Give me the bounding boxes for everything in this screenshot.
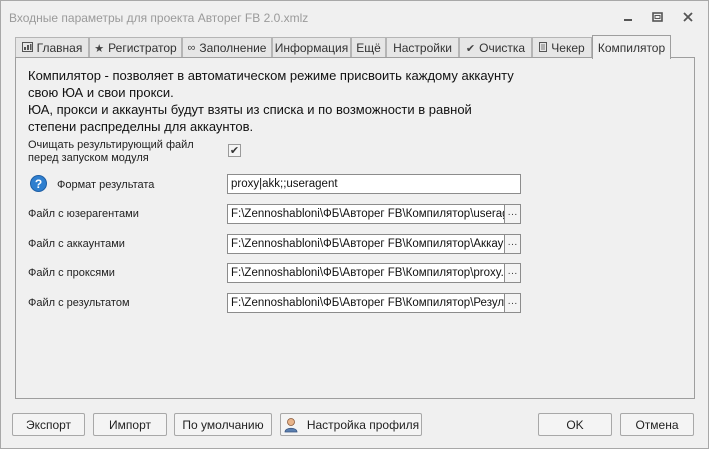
- result-browse-button[interactable]: ···: [504, 293, 521, 313]
- tab-label: Регистратор: [108, 41, 177, 55]
- tab-label: Чекер: [551, 41, 585, 55]
- tab-label: Настройки: [393, 41, 452, 55]
- user-profile-icon: [283, 417, 299, 433]
- proxies-label: Файл с проксями: [28, 267, 115, 279]
- tab-label: Главная: [36, 41, 83, 55]
- tab-label: Компилятор: [597, 40, 666, 55]
- format-input[interactable]: proxy|akk;;useragent: [227, 174, 521, 194]
- dialog-window: Входные параметры для проекта Авторег FB…: [0, 0, 709, 449]
- useragents-path-input[interactable]: F:\Zennoshabloni\ФБ\Авторег FB\Компилято…: [227, 204, 505, 224]
- compiler-description: Компилятор - позволяет в автоматическом …: [28, 67, 528, 135]
- check-icon: ✔: [465, 42, 476, 55]
- minimize-button[interactable]: [617, 9, 639, 25]
- tab-label: Очистка: [479, 41, 526, 55]
- window-title: Входные параметры для проекта Авторег FB…: [9, 11, 309, 25]
- tab-label: Информация: [274, 41, 349, 55]
- close-icon: [683, 12, 693, 22]
- tab-cleanup[interactable]: ✔ Очистка: [459, 37, 532, 58]
- tab-main[interactable]: Главная: [15, 37, 89, 58]
- tab-registrator[interactable]: ★ Регистратор: [89, 37, 182, 58]
- useragents-label: Файл с юзерагентами: [28, 208, 139, 220]
- default-button[interactable]: По умолчанию: [174, 413, 272, 436]
- description-line: степени распределны для аккаунтов.: [28, 119, 254, 134]
- tab-more[interactable]: Ещё: [351, 37, 386, 58]
- maximize-button[interactable]: [646, 9, 668, 25]
- proxies-path-input[interactable]: F:\Zennoshabloni\ФБ\Авторег FB\Компилято…: [227, 263, 505, 283]
- clear-result-label-line2: перед запуском модуля: [28, 152, 149, 164]
- cancel-button[interactable]: Отмена: [620, 413, 694, 436]
- description-line: ЮА, прокси и аккаунты будут взяты из спи…: [28, 102, 472, 117]
- checkmark-icon: ✔: [229, 145, 240, 157]
- proxies-browse-button[interactable]: ···: [504, 263, 521, 283]
- close-button[interactable]: [677, 9, 699, 25]
- star-icon: ★: [94, 42, 105, 55]
- description-line: свою ЮА и свои прокси.: [28, 85, 174, 100]
- tab-panel-compiler: Компилятор - позволяет в автоматическом …: [15, 57, 695, 399]
- description-line: Компилятор - позволяет в автоматическом …: [28, 68, 514, 83]
- document-icon: [539, 41, 548, 55]
- dashboard-icon: [21, 41, 33, 55]
- tab-checker[interactable]: Чекер: [532, 37, 592, 58]
- accounts-browse-button[interactable]: ···: [504, 234, 521, 254]
- ok-button[interactable]: OK: [538, 413, 612, 436]
- profile-settings-button[interactable]: Настройка профиля: [280, 413, 422, 436]
- clear-result-checkbox[interactable]: ✔: [228, 144, 241, 157]
- profile-settings-label: Настройка профиля: [306, 417, 420, 432]
- tab-settings[interactable]: Настройки: [386, 37, 459, 58]
- accounts-label: Файл с аккаунтами: [28, 238, 125, 250]
- tab-info[interactable]: Информация: [272, 37, 351, 58]
- clear-result-label: Очищать результирующий файл перед запуск…: [28, 139, 194, 165]
- minimize-icon: [624, 19, 632, 21]
- help-icon[interactable]: ?: [30, 175, 47, 192]
- tab-label: Заполнение: [199, 41, 267, 55]
- title-bar: Входные параметры для проекта Авторег FB…: [1, 1, 708, 33]
- clear-result-label-line1: Очищать результирующий файл: [28, 139, 194, 151]
- result-label: Файл с результатом: [28, 297, 130, 309]
- export-button[interactable]: Экспорт: [12, 413, 85, 436]
- infinity-icon: ∞: [187, 42, 196, 54]
- tab-compiler[interactable]: Компилятор: [592, 35, 671, 59]
- tab-label: Ещё: [356, 41, 381, 55]
- import-button[interactable]: Импорт: [93, 413, 167, 436]
- format-label: Формат результата: [57, 179, 155, 191]
- restore-icon: [651, 12, 663, 22]
- useragents-browse-button[interactable]: ···: [504, 204, 521, 224]
- result-path-input[interactable]: F:\Zennoshabloni\ФБ\Авторег FB\Компилято…: [227, 293, 505, 313]
- accounts-path-input[interactable]: F:\Zennoshabloni\ФБ\Авторег FB\Компилято…: [227, 234, 505, 254]
- tab-filling[interactable]: ∞ Заполнение: [182, 37, 272, 58]
